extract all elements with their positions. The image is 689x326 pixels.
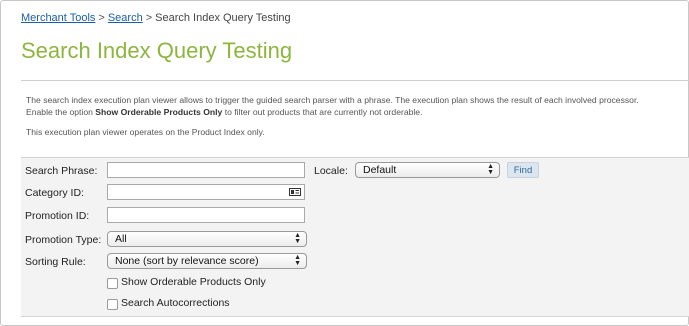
search-phrase-label: Search Phrase: <box>25 165 98 177</box>
breadcrumb-separator: > <box>98 12 105 24</box>
description-line-1: The search index execution plan viewer a… <box>26 95 639 105</box>
locale-selected-value: Default <box>363 164 397 176</box>
select-arrows-icon: ▲ ▼ <box>294 254 301 267</box>
sorting-rule-selected-value: None (sort by relevance score) <box>115 255 259 267</box>
description-text: Enable the option <box>26 107 96 117</box>
category-id-input[interactable] <box>107 184 305 200</box>
page-title: Search Index Query Testing <box>21 38 293 63</box>
show-orderable-checkbox[interactable] <box>107 278 118 289</box>
title-divider <box>21 80 689 81</box>
select-arrows-icon: ▲ ▼ <box>294 232 301 245</box>
select-arrows-icon: ▲ ▼ <box>487 163 494 176</box>
breadcrumb-link-search[interactable]: Search <box>108 12 143 24</box>
search-phrase-input[interactable] <box>107 162 305 178</box>
search-autocorrections-checkbox[interactable] <box>107 299 118 310</box>
search-autocorrections-label[interactable]: Search Autocorrections <box>121 297 230 309</box>
locale-label: Locale: <box>314 165 348 177</box>
category-id-label: Category ID: <box>25 187 84 199</box>
sorting-rule-select[interactable]: None (sort by relevance score) ▲ ▼ <box>107 253 307 269</box>
description-text: to filter out products that are currentl… <box>222 107 423 117</box>
description-line-3: This execution plan viewer operates on t… <box>26 127 265 137</box>
promotion-id-input[interactable] <box>107 207 305 223</box>
sorting-rule-label: Sorting Rule: <box>25 256 86 268</box>
promotion-type-label: Promotion Type: <box>25 234 102 246</box>
breadcrumb-link-merchant-tools[interactable]: Merchant Tools <box>21 12 95 24</box>
calendar-card-icon[interactable] <box>289 188 301 196</box>
show-orderable-label[interactable]: Show Orderable Products Only <box>121 276 266 288</box>
description-bold-option: Show Orderable Products Only <box>95 107 223 117</box>
description-line-2: Enable the option Show Orderable Product… <box>26 107 422 117</box>
breadcrumb-separator: > <box>145 12 153 24</box>
breadcrumb: Merchant Tools > Search > Search Index Query… <box>21 12 291 24</box>
promotion-type-selected-value: All <box>115 233 127 245</box>
promotion-id-label: Promotion ID: <box>25 210 90 222</box>
locale-select[interactable]: Default ▲ ▼ <box>355 162 500 178</box>
breadcrumb-current: Search Index Query Testing <box>155 12 291 24</box>
promotion-type-select[interactable]: All ▲ ▼ <box>107 231 307 247</box>
find-button[interactable]: Find <box>507 162 539 178</box>
